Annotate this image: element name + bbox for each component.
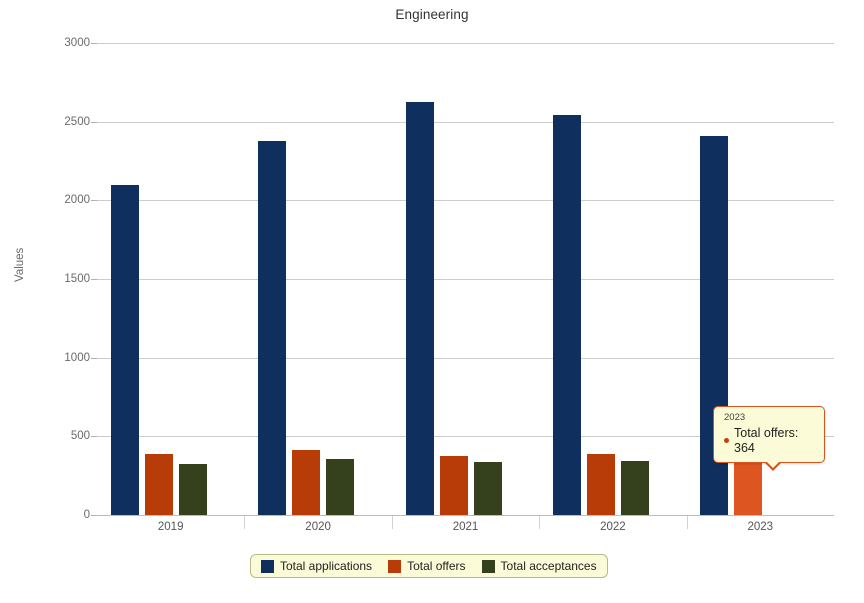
legend-label: Total applications <box>280 559 373 573</box>
x-axis-category-separator <box>391 516 393 529</box>
bar[interactable] <box>110 184 139 515</box>
x-axis-line <box>97 515 834 516</box>
tooltip-row: Total offers: 364 <box>724 426 814 455</box>
y-axis-tick-label: 3000 <box>64 37 90 49</box>
legend-label: Total acceptances <box>500 559 597 573</box>
x-axis-tick-label: 2023 <box>747 521 774 533</box>
tooltip-arrow-inner-icon <box>766 461 780 469</box>
x-axis-tick-label: 2020 <box>305 521 331 533</box>
y-axis-tick-label: 1500 <box>64 273 90 285</box>
x-axis-tick-label: 2022 <box>600 521 626 533</box>
x-axis-category-separator <box>686 516 688 529</box>
bar[interactable] <box>405 102 434 515</box>
bar[interactable] <box>439 456 468 515</box>
legend-swatch-icon <box>481 559 495 573</box>
bar[interactable] <box>586 454 615 515</box>
y-axis-tick-label: 2000 <box>64 194 90 207</box>
y-axis-tick-label: 0 <box>83 509 90 521</box>
y-axis-tick-label: 500 <box>70 430 90 443</box>
x-axis-category-separator <box>539 516 541 529</box>
legend-item[interactable]: Total offers <box>388 559 466 573</box>
bar[interactable] <box>734 457 763 515</box>
chart-title: Engineering <box>395 7 469 22</box>
bar-chart: Engineering Values 0 500 1000 1500 2000 2500 3… <box>0 0 864 603</box>
bar[interactable] <box>144 453 173 515</box>
tooltip-value-text: Total offers: 364 <box>734 426 799 455</box>
x-axis-tick-label: 2021 <box>452 521 479 533</box>
x-axis-tick-label: 2019 <box>157 521 184 533</box>
tooltip-title: 2023 <box>724 412 746 423</box>
bar[interactable] <box>326 459 355 515</box>
bar[interactable] <box>292 450 321 515</box>
legend-swatch-icon <box>261 559 274 573</box>
y-axis-tick-label: 1000 <box>64 351 90 364</box>
chart-tooltip: 2023 Total offers: 364 <box>713 406 825 472</box>
legend-item[interactable]: Total acceptances <box>481 559 597 573</box>
chart-legend[interactable]: Total applications Total offers Total acce… <box>250 554 608 578</box>
legend-label: Total offers <box>407 559 466 573</box>
y-axis-tick-label: 2500 <box>64 115 90 128</box>
bar[interactable] <box>620 460 649 515</box>
bar[interactable] <box>473 461 502 515</box>
bar[interactable] <box>178 463 207 515</box>
bar[interactable] <box>258 141 287 515</box>
legend-item[interactable]: Total applications <box>261 559 372 573</box>
legend-swatch-icon <box>388 559 402 573</box>
tooltip-series-dot-icon <box>724 438 729 444</box>
x-axis-category-separator <box>244 516 246 529</box>
bar[interactable] <box>552 114 581 515</box>
